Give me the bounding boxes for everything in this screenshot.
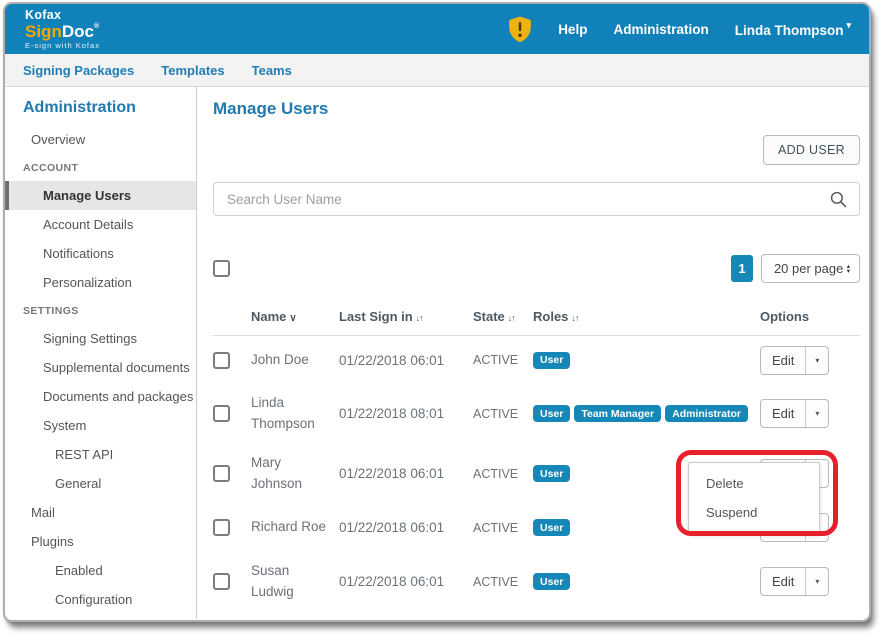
nav-signing-packages[interactable]: Signing Packages bbox=[23, 63, 134, 78]
search-box bbox=[213, 182, 860, 216]
edit-dropdown-toggle[interactable]: ▾ bbox=[805, 347, 828, 374]
sidebar-item-supplemental-documents[interactable]: Supplemental documents bbox=[5, 353, 196, 382]
row-checkbox[interactable] bbox=[213, 352, 230, 369]
top-header: Kofax SignDoc® E-sign with Kofax Help Ad… bbox=[5, 4, 869, 54]
sidebar-item-rest-api[interactable]: REST API bbox=[5, 440, 196, 469]
row-checkbox[interactable] bbox=[213, 519, 230, 536]
nav-teams[interactable]: Teams bbox=[252, 63, 292, 78]
sidebar-item-account-details[interactable]: Account Details bbox=[5, 210, 196, 239]
admin-sidebar: Administration Overview ACCOUNT Manage U… bbox=[5, 87, 197, 619]
sort-updown-icon: ↓↑ bbox=[416, 313, 423, 323]
role-badge: User bbox=[533, 573, 570, 590]
header-actions: Help Administration Linda Thompson▾ bbox=[508, 16, 851, 43]
add-user-button[interactable]: ADD USER bbox=[763, 135, 860, 165]
edit-dropdown-toggle[interactable]: ▾ bbox=[805, 400, 828, 427]
user-name-cell: John Doe bbox=[251, 350, 339, 371]
sidebar-item-enabled[interactable]: Enabled bbox=[5, 556, 196, 585]
last-sign-in-cell: 01/22/2018 06:01 bbox=[339, 574, 473, 589]
sidebar-item-mail[interactable]: Mail bbox=[5, 498, 196, 527]
sidebar-item-documents-and-packages[interactable]: Documents and packages bbox=[5, 382, 196, 411]
logo-tagline: E-sign with Kofax bbox=[25, 42, 100, 50]
search-icon[interactable] bbox=[829, 190, 848, 214]
menu-item-delete[interactable]: Delete bbox=[689, 469, 819, 498]
sidebar-item-overview[interactable]: Overview bbox=[5, 125, 196, 154]
col-last-sign-in[interactable]: Last Sign in↓↑ bbox=[339, 309, 473, 324]
logo-company: Kofax bbox=[25, 9, 100, 22]
select-spinner-icon: ▴▾ bbox=[847, 264, 850, 274]
role-badge: User bbox=[533, 465, 570, 482]
sidebar-title: Administration bbox=[5, 95, 196, 125]
warning-shield-icon[interactable] bbox=[508, 16, 532, 43]
sort-updown-icon: ↓↑ bbox=[571, 313, 578, 323]
sidebar-item-signing-settings[interactable]: Signing Settings bbox=[5, 324, 196, 353]
logo-brand: SignDoc® bbox=[25, 23, 100, 40]
state-cell: ACTIVE bbox=[473, 575, 533, 589]
sort-updown-icon: ↓↑ bbox=[508, 313, 515, 323]
table-row: John Doe 01/22/2018 06:01 ACTIVE User Ed… bbox=[213, 336, 860, 384]
col-roles[interactable]: Roles↓↑ bbox=[533, 309, 748, 324]
row-checkbox[interactable] bbox=[213, 405, 230, 422]
last-sign-in-cell: 01/22/2018 06:01 bbox=[339, 466, 473, 481]
app-window: Kofax SignDoc® E-sign with Kofax Help Ad… bbox=[3, 2, 871, 622]
help-link[interactable]: Help bbox=[558, 22, 587, 37]
user-name-cell: Richard Roe bbox=[251, 517, 339, 538]
state-cell: ACTIVE bbox=[473, 407, 533, 421]
role-badge: User bbox=[533, 519, 570, 536]
table-row: Linda Thompson 01/22/2018 08:01 ACTIVE U… bbox=[213, 384, 860, 444]
user-name-cell: Mary Johnson bbox=[251, 453, 339, 495]
sidebar-section-account: ACCOUNT bbox=[5, 154, 196, 181]
sidebar-item-configuration[interactable]: Configuration bbox=[5, 585, 196, 614]
sidebar-item-personalization[interactable]: Personalization bbox=[5, 268, 196, 297]
search-input[interactable] bbox=[213, 182, 860, 216]
per-page-value: 20 per page bbox=[774, 261, 843, 276]
per-page-select[interactable]: 20 per page ▴▾ bbox=[761, 254, 860, 283]
sidebar-item-plugins[interactable]: Plugins bbox=[5, 527, 196, 556]
menu-item-suspend[interactable]: Suspend bbox=[689, 498, 819, 527]
select-all-checkbox[interactable] bbox=[213, 260, 230, 277]
sidebar-item-general[interactable]: General bbox=[5, 469, 196, 498]
page-title: Manage Users bbox=[213, 99, 860, 119]
sidebar-item-manage-users[interactable]: Manage Users bbox=[5, 181, 196, 210]
role-badge: Team Manager bbox=[574, 405, 661, 422]
role-badge: User bbox=[533, 352, 570, 369]
edit-button[interactable]: Edit bbox=[761, 568, 805, 595]
table-row: Susan Ludwig 01/22/2018 06:01 ACTIVE Use… bbox=[213, 552, 860, 612]
screenshot-canvas: Kofax SignDoc® E-sign with Kofax Help Ad… bbox=[0, 0, 884, 641]
col-name[interactable]: Name∨ bbox=[251, 309, 339, 324]
kofax-signdoc-logo: Kofax SignDoc® E-sign with Kofax bbox=[25, 9, 100, 49]
edit-button[interactable]: Edit bbox=[761, 347, 805, 374]
last-sign-in-cell: 01/22/2018 06:01 bbox=[339, 353, 473, 368]
administration-link[interactable]: Administration bbox=[613, 22, 708, 37]
content-area: Administration Overview ACCOUNT Manage U… bbox=[5, 87, 869, 619]
sidebar-item-notifications[interactable]: Notifications bbox=[5, 239, 196, 268]
state-cell: ACTIVE bbox=[473, 521, 533, 535]
col-state[interactable]: State↓↑ bbox=[473, 309, 533, 324]
state-cell: ACTIVE bbox=[473, 353, 533, 367]
chevron-down-icon: ▾ bbox=[846, 20, 851, 30]
nav-templates[interactable]: Templates bbox=[161, 63, 224, 78]
user-menu[interactable]: Linda Thompson▾ bbox=[735, 20, 851, 38]
sort-desc-icon: ∨ bbox=[289, 313, 296, 324]
state-cell: ACTIVE bbox=[473, 467, 533, 481]
last-sign-in-cell: 01/22/2018 06:01 bbox=[339, 520, 473, 535]
sidebar-item-system[interactable]: System bbox=[5, 411, 196, 440]
edit-dropdown-toggle[interactable]: ▾ bbox=[805, 568, 828, 595]
row-actions-menu: Delete Suspend bbox=[688, 462, 820, 534]
role-badge: Administrator bbox=[665, 405, 748, 422]
role-badge: User bbox=[533, 405, 570, 422]
main-nav: Signing Packages Templates Teams bbox=[5, 54, 869, 87]
page-1-button[interactable]: 1 bbox=[731, 255, 753, 282]
col-options: Options bbox=[748, 309, 860, 324]
user-name: Linda Thompson bbox=[735, 23, 844, 38]
list-controls: 1 20 per page ▴▾ bbox=[213, 254, 860, 283]
last-sign-in-cell: 01/22/2018 08:01 bbox=[339, 406, 473, 421]
sidebar-section-settings: SETTINGS bbox=[5, 297, 196, 324]
manage-users-panel: Manage Users ADD USER bbox=[197, 87, 871, 619]
user-name-cell: Linda Thompson bbox=[251, 393, 339, 435]
row-checkbox[interactable] bbox=[213, 465, 230, 482]
edit-button[interactable]: Edit bbox=[761, 400, 805, 427]
user-name-cell: Susan Ludwig bbox=[251, 561, 339, 603]
table-header: Name∨ Last Sign in↓↑ State↓↑ Roles↓↑ Opt… bbox=[213, 309, 860, 336]
row-checkbox[interactable] bbox=[213, 573, 230, 590]
